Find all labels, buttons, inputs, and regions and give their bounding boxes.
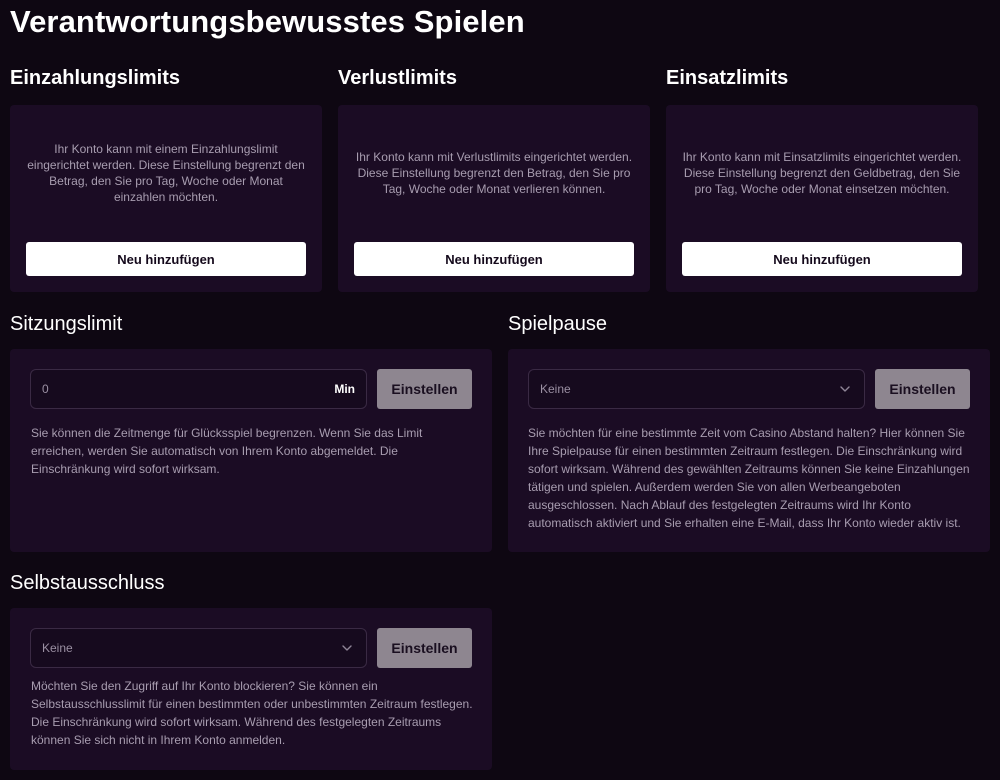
loss-limits-card: Ihr Konto kann mit Verlustlimits eingeri… bbox=[338, 105, 650, 292]
deposit-limits-description: Ihr Konto kann mit einem Einzahlungslimi… bbox=[27, 141, 305, 204]
game-pause-card: Keine Einstellen Sie möchten für eine be… bbox=[508, 349, 990, 552]
chevron-down-icon bbox=[840, 386, 850, 392]
loss-limits-title: Verlustlimits bbox=[338, 67, 457, 89]
loss-limits-add-button[interactable]: Neu hinzufügen bbox=[354, 242, 634, 276]
wager-limits-add-button[interactable]: Neu hinzufügen bbox=[682, 242, 962, 276]
deposit-limits-title: Einzahlungslimits bbox=[10, 67, 181, 89]
page-title: Verantwortungsbewusstes Spielen bbox=[10, 4, 525, 39]
game-pause-description: Sie möchten für eine bestimmte Zeit vom … bbox=[528, 426, 970, 530]
self-exclusion-select[interactable]: Keine bbox=[30, 628, 367, 668]
self-exclusion-description: Möchten Sie den Zugriff auf Ihr Konto bl… bbox=[31, 679, 473, 747]
wager-limits-title: Einsatzlimits bbox=[666, 67, 789, 89]
loss-limits-description: Ihr Konto kann mit Verlustlimits eingeri… bbox=[355, 149, 633, 196]
game-pause-set-button[interactable]: Einstellen bbox=[875, 369, 970, 409]
session-limit-set-button[interactable]: Einstellen bbox=[377, 369, 472, 409]
game-pause-title: Spielpause bbox=[508, 313, 607, 335]
self-exclusion-title: Selbstausschluss bbox=[10, 572, 165, 594]
session-limit-card: 0 Min Einstellen Sie können die Zeitmeng… bbox=[10, 349, 492, 552]
game-pause-select-value: Keine bbox=[540, 382, 571, 396]
wager-limits-card: Ihr Konto kann mit Einsatzlimits eingeri… bbox=[666, 105, 978, 292]
session-limit-description: Sie können die Zeitmenge für Glücksspiel… bbox=[31, 426, 423, 476]
chevron-down-icon bbox=[342, 645, 352, 651]
self-exclusion-card: Keine Einstellen Möchten Sie den Zugriff… bbox=[10, 608, 492, 770]
game-pause-select[interactable]: Keine bbox=[528, 369, 865, 409]
deposit-limits-card: Ihr Konto kann mit einem Einzahlungslimi… bbox=[10, 105, 322, 292]
self-exclusion-set-button[interactable]: Einstellen bbox=[377, 628, 472, 668]
session-limit-value: 0 bbox=[42, 382, 49, 396]
wager-limits-description: Ihr Konto kann mit Einsatzlimits eingeri… bbox=[682, 149, 962, 196]
self-exclusion-select-value: Keine bbox=[42, 641, 73, 655]
deposit-limits-add-button[interactable]: Neu hinzufügen bbox=[26, 242, 306, 276]
session-limit-title: Sitzungslimit bbox=[10, 313, 123, 335]
session-limit-input[interactable]: 0 Min bbox=[30, 369, 367, 409]
session-limit-unit: Min bbox=[334, 382, 355, 396]
